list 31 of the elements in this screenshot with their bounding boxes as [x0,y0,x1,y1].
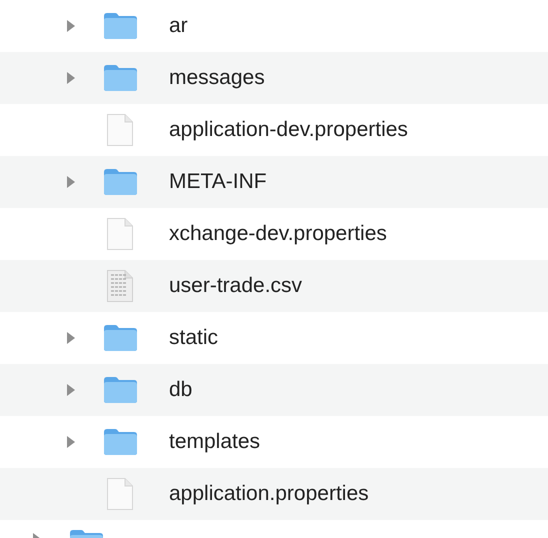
disclosure-triangle-icon[interactable] [66,175,76,189]
file-name: application.properties [169,482,369,506]
spreadsheet-icon [106,269,134,303]
disclosure-triangle-icon[interactable] [66,19,76,33]
file-name: templates [169,430,260,454]
file-row[interactable]: db [0,364,548,416]
file-row[interactable]: messages [0,52,548,104]
file-name: user-trade.csv [169,274,302,298]
document-icon [106,113,134,147]
folder-icon [102,12,138,40]
document-icon [106,217,134,251]
file-name: db [169,378,192,402]
folder-icon [102,376,138,404]
folder-icon [102,324,138,352]
file-name: application-dev.properties [169,118,408,142]
folder-icon [102,428,138,456]
file-name: xchange-dev.properties [169,222,387,246]
file-row[interactable]: user-trade.csv [0,260,548,312]
disclosure-triangle-icon[interactable] [66,435,76,449]
file-name: ar [169,14,188,38]
disclosure-triangle-icon[interactable] [66,331,76,345]
document-icon [106,477,134,511]
disclosure-triangle-icon[interactable] [66,71,76,85]
folder-icon [102,168,138,196]
folder-icon [102,64,138,92]
disclosure-triangle-icon[interactable] [66,383,76,397]
file-name: static [169,326,218,350]
file-name: messages [169,66,265,90]
file-row[interactable]: application.properties [0,468,548,520]
file-row[interactable]: META-INF [0,156,548,208]
file-name: META-INF [169,170,267,194]
